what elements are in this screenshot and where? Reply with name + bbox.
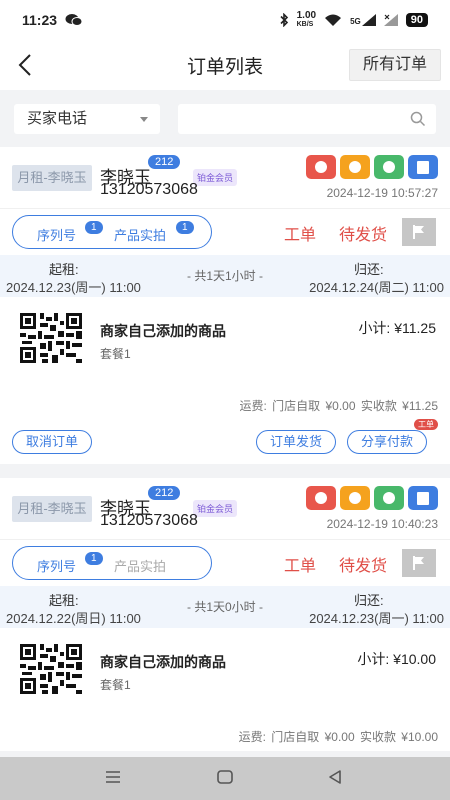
network-speed-value: 1.00 [296, 10, 317, 21]
order-summary: 运费: 门店自取 ¥0.00 实收款 ¥10.00 [0, 723, 450, 751]
order-tabs: 序列号 1 产品实拍 1 工单 待发货 [0, 209, 450, 255]
order-time: 2024-12-19 10:40:23 [326, 517, 438, 531]
signal-label: 5G [350, 17, 361, 26]
order-summary: 运费: 门店自取 ¥0.00 实收款 ¥11.25 [0, 392, 450, 420]
rent-end-label: 归还: [354, 262, 384, 277]
search-type-value: 买家电话 [27, 110, 88, 127]
order-header: 月租-李晓玉 李晓玉 212 铂金会员 13120573068 2024-12-… [0, 147, 450, 209]
product-qr-image [18, 642, 84, 696]
serial-tab[interactable]: 序列号 [37, 225, 76, 244]
buyer-phone: 13120573068 [100, 512, 198, 529]
order-summary-text: 运费: 门店自取 ¥0.00 实收款 ¥10.00 [238, 730, 438, 744]
page-title: 订单列表 [186, 56, 263, 78]
order-header: 月租-李晓玉 李晓玉 212 铂金会员 13120573068 2024-12-… [0, 478, 450, 540]
product-subtotal: 小计: ¥10.00 [357, 651, 436, 667]
order-summary-text: 运费: 门店自取 ¥0.00 实收款 ¥11.25 [239, 399, 438, 413]
product-qr-image [18, 311, 84, 365]
search-icon[interactable] [410, 111, 426, 127]
serial-count: 1 [85, 552, 103, 565]
product-row[interactable]: 商家自己添加的商品 套餐1 小计: ¥10.00 [0, 628, 450, 723]
orange-action-icon[interactable] [340, 486, 370, 510]
caret-down-icon [140, 117, 148, 122]
status-time: 11:23 [22, 12, 58, 28]
order-status: 待发货 [339, 227, 388, 244]
rent-tag: 月租-李晓玉 [12, 165, 92, 191]
rental-period: 起租: 2024.12.23(周一) 11:00 - 共1天1小时 - 归还: … [0, 255, 450, 297]
back-arrow-icon[interactable] [14, 52, 38, 78]
green-action-icon[interactable] [374, 486, 404, 510]
back-triangle-icon[interactable] [326, 769, 344, 785]
photo-count: 1 [176, 221, 194, 234]
order-actions: 取消订单 订单发货 分享付款 工单 [0, 419, 450, 464]
orange-action-icon[interactable] [340, 155, 370, 179]
network-speed-unit: KB/S [296, 21, 314, 28]
menu-icon[interactable] [104, 769, 122, 785]
cancel-order-button[interactable]: 取消订单 [12, 430, 92, 454]
battery-indicator: 90 [405, 13, 428, 27]
work-order-link[interactable]: 工单 [284, 552, 316, 576]
product-name: 商家自己添加的商品 [100, 323, 226, 339]
wechat-icon [65, 14, 83, 26]
action-icons [306, 155, 438, 179]
member-badge: 铂金会员 [193, 169, 238, 186]
contact-card-icon[interactable] [408, 155, 438, 179]
work-order-link[interactable]: 工单 [284, 221, 316, 245]
serial-photo-pill: 序列号 1 产品实拍 1 [12, 215, 212, 249]
serial-count: 1 [85, 221, 103, 234]
bluetooth-icon [280, 13, 288, 27]
product-package: 套餐1 [100, 347, 131, 361]
network-speed: 1.00 KB/S [297, 11, 316, 29]
ship-order-button[interactable]: 订单发货 [256, 430, 336, 454]
product-subtotal: 小计: ¥11.25 [358, 320, 436, 336]
flag-button[interactable] [402, 549, 436, 577]
contact-card-icon[interactable] [408, 486, 438, 510]
member-badge: 铂金会员 [193, 500, 238, 517]
order-count-badge: 212 [148, 155, 181, 169]
buyer-phone: 13120573068 [100, 181, 198, 198]
status-bar: 11:23 1.00 KB/S 5G 90 [0, 0, 450, 40]
rental-period: 起租: 2024.12.22(周日) 11:00 - 共1天0小时 - 归还: … [0, 586, 450, 628]
order-time: 2024-12-19 10:57:27 [326, 186, 438, 200]
system-nav-bar [0, 757, 450, 800]
filter-bar: 买家电话 [0, 90, 450, 146]
signal-icon: 5G [350, 14, 376, 26]
work-order-badge: 工单 [414, 419, 438, 430]
wifi-icon [325, 14, 342, 26]
share-payment-button[interactable]: 分享付款 [347, 430, 427, 454]
rent-end-label: 归还: [354, 593, 384, 608]
red-action-icon[interactable] [306, 155, 336, 179]
nav-bar: 订单列表 所有订单 [0, 40, 450, 90]
product-package: 套餐1 [100, 678, 131, 692]
red-action-icon[interactable] [306, 486, 336, 510]
rent-end-date: 2024.12.24(周二) 11:00 [309, 280, 444, 295]
home-icon[interactable] [216, 769, 234, 785]
search-input[interactable] [178, 104, 436, 134]
order-card: 月租-李晓玉 李晓玉 212 铂金会员 13120573068 2024-12-… [0, 147, 450, 464]
rent-end-date: 2024.12.23(周一) 11:00 [309, 611, 444, 626]
product-row[interactable]: 商家自己添加的商品 套餐1 小计: ¥11.25 [0, 297, 450, 392]
share-payment-label: 分享付款 [360, 434, 413, 449]
product-name: 商家自己添加的商品 [100, 654, 226, 670]
rent-tag: 月租-李晓玉 [12, 496, 92, 522]
serial-photo-pill: 序列号 1 产品实拍 [12, 546, 212, 580]
search-type-select[interactable]: 买家电话 [14, 104, 160, 134]
order-count-badge: 212 [148, 486, 181, 500]
green-action-icon[interactable] [374, 155, 404, 179]
photo-tab[interactable]: 产品实拍 [114, 225, 166, 244]
flag-icon [413, 556, 424, 570]
order-card: 月租-李晓玉 李晓玉 212 铂金会员 13120573068 2024-12-… [0, 478, 450, 751]
action-icons [306, 486, 438, 510]
serial-tab[interactable]: 序列号 [37, 556, 76, 575]
order-tabs: 序列号 1 产品实拍 工单 待发货 [0, 540, 450, 586]
flag-button[interactable] [402, 218, 436, 246]
all-orders-button[interactable]: 所有订单 [348, 49, 441, 81]
photo-tab[interactable]: 产品实拍 [114, 556, 166, 575]
flag-icon [413, 225, 424, 239]
signal-2-icon [383, 14, 398, 26]
order-status: 待发货 [339, 558, 388, 575]
